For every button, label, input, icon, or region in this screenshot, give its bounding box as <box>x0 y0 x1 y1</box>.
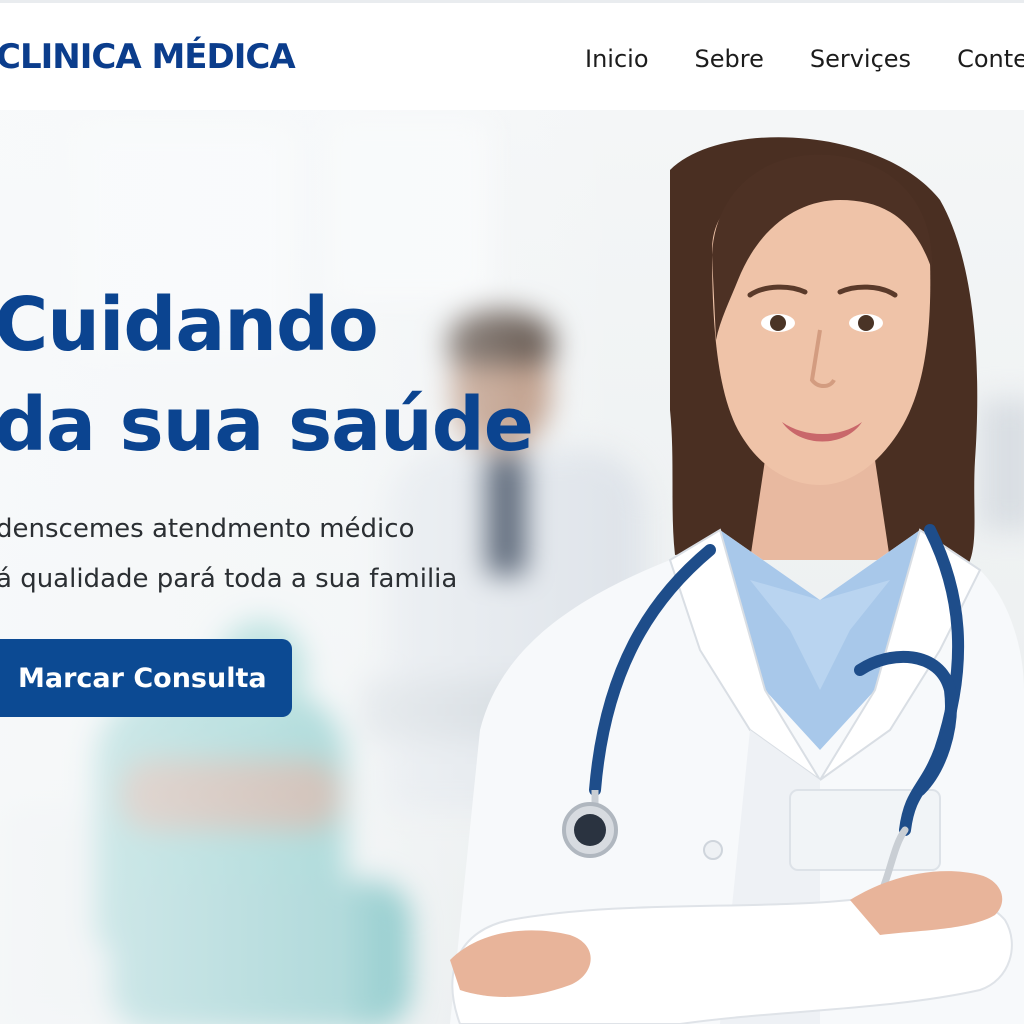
nav-item-sobre[interactable]: Sebre <box>695 45 764 73</box>
hero-subtitle-line-2: á qualidade pará toda a sua familia <box>0 564 458 594</box>
main-nav: Inicio Sebre Serviçes Conte <box>585 45 1024 73</box>
nav-item-contato[interactable]: Conte <box>957 45 1024 73</box>
site-logo[interactable]: CLINICA MÉDICA <box>0 37 296 77</box>
nav-item-servicos[interactable]: Serviçes <box>810 45 911 73</box>
nav-item-inicio[interactable]: Inicio <box>585 45 649 73</box>
site-header: CLINICA MÉDICA Inicio Sebre Serviçes Con… <box>0 0 1024 110</box>
hero-subtitle-line-1: denscemes atendmento médico <box>0 514 415 544</box>
doctor-photo <box>450 137 1024 1024</box>
landing-page: CLINICA MÉDICA Inicio Sebre Serviçes Con… <box>0 0 1024 1024</box>
book-appointment-button[interactable]: Marcar Consulta <box>0 639 292 717</box>
hero-subtitle: denscemes atendmento médico á qualidade … <box>0 504 457 604</box>
